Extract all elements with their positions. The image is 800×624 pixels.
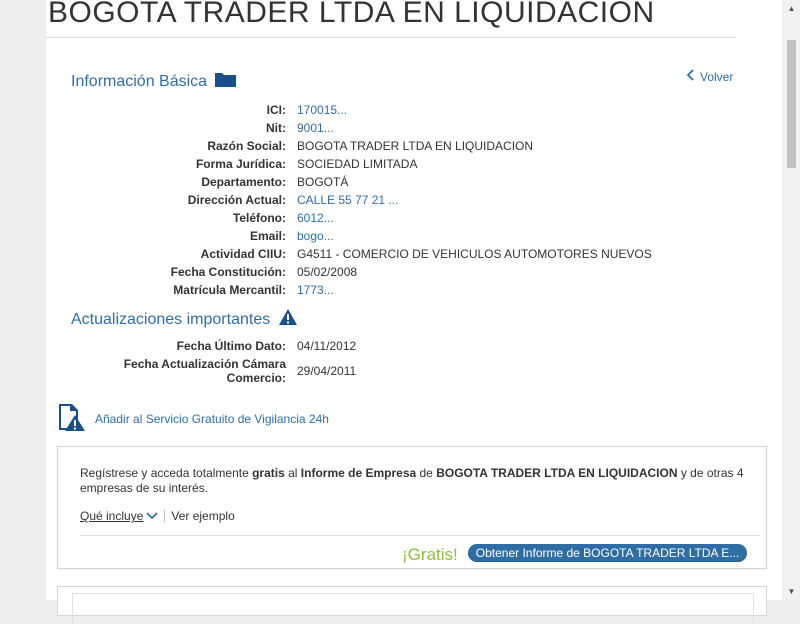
update-chamber-value: 29/04/2011 — [297, 364, 357, 378]
promo-card: Regístrese y acceda totalmente gratis al… — [57, 446, 767, 569]
info-label: Departamento: — [201, 175, 286, 189]
scroll-up-arrow[interactable]: ▲ — [783, 0, 800, 17]
vertical-scrollbar[interactable]: ▲ ▼ — [783, 0, 800, 600]
promo-text: Regístrese y acceda totalmente gratis al… — [80, 466, 760, 496]
update-chamber-label: Fecha Actualización Cámara Comercio: — [46, 357, 286, 385]
vigilance-label: Añadir al Servicio Gratuito de Vigilanci… — [95, 411, 329, 426]
info-label: Forma Jurídica: — [195, 157, 286, 171]
info-label: Dirección Actual: — [187, 193, 286, 207]
info-value-link[interactable]: 6012... — [297, 209, 334, 227]
warning-icon — [278, 308, 298, 331]
title-divider — [46, 37, 736, 38]
next-card — [57, 586, 767, 624]
updates-heading: Actualizaciones importantes — [71, 308, 298, 331]
basic-info-title: Información Básica — [71, 73, 208, 90]
info-value: 04/11/2012 — [297, 339, 357, 353]
info-label: Teléfono: — [232, 211, 286, 225]
info-label: ICI: — [266, 103, 286, 117]
info-value-link[interactable]: 9001... — [297, 119, 334, 137]
promo-text-part: al — [284, 466, 301, 480]
see-example-link[interactable]: Ver ejemplo — [171, 509, 234, 523]
back-label: Volver — [700, 69, 734, 84]
document-alert-icon — [56, 402, 86, 435]
add-vigilance-link[interactable]: Añadir al Servicio Gratuito de Vigilanci… — [56, 402, 329, 435]
get-report-button[interactable]: Obtener Informe de BOGOTA TRADER LTDA E.… — [468, 544, 747, 562]
info-value: 05/02/2008 — [297, 265, 358, 279]
info-value-link[interactable]: 170015... — [297, 101, 347, 119]
promo-text-part: Regístrese y acceda totalmente — [80, 466, 253, 480]
info-value: G4511 - COMERCIO DE VEHICULOS AUTOMOTORE… — [297, 247, 652, 261]
chevron-down-icon[interactable] — [146, 512, 158, 520]
back-link[interactable]: Volver — [686, 69, 733, 84]
link-separator — [164, 510, 166, 522]
info-label: Razón Social: — [207, 139, 286, 153]
chamber-label-line1: Fecha Actualización Cámara — [123, 357, 286, 371]
scroll-down-arrow[interactable]: ▼ — [783, 583, 800, 600]
company-title: BOGOTA TRADER LTDA EN LIQUIDACION — [48, 0, 655, 29]
info-label: Nit: — [266, 121, 286, 135]
promo-text-bold: gratis — [252, 466, 285, 480]
info-value: SOCIEDAD LIMITADA — [297, 157, 418, 171]
info-value: BOGOTA TRADER LTDA EN LIQUIDACION — [297, 139, 534, 153]
info-label: Actividad CIIU: — [200, 247, 286, 261]
page-content: BOGOTA TRADER LTDA EN LIQUIDACION Inform… — [46, 0, 782, 624]
what-includes-link[interactable]: Qué incluye — [80, 509, 143, 523]
info-value-link[interactable]: CALLE 55 77 21 ... — [297, 191, 398, 209]
info-label: Email: — [249, 229, 286, 243]
promo-text-bold: BOGOTA TRADER LTDA EN LIQUIDACION — [436, 466, 678, 480]
promo-links: Qué incluye Ver ejemplo — [80, 509, 235, 523]
info-value-link[interactable]: 1773... — [297, 281, 334, 299]
promo-text-part: de — [416, 466, 437, 480]
free-label: ¡Gratis! — [402, 545, 458, 564]
next-card-inner — [72, 593, 754, 624]
chamber-label-line2: Comercio: — [226, 371, 286, 385]
info-label: Matrícula Mercantil: — [173, 283, 286, 297]
promo-divider — [80, 535, 760, 536]
info-label: Fecha Último Dato: — [176, 339, 286, 353]
updates-title: Actualizaciones importantes — [71, 310, 271, 328]
basic-info-heading: Información Básica — [71, 72, 237, 92]
folder-icon — [215, 72, 237, 92]
info-value-link[interactable]: bogo... — [297, 227, 334, 245]
promo-text-bold: Informe de Empresa — [300, 466, 417, 480]
info-value: BOGOTÁ — [297, 175, 349, 189]
chevron-left-icon — [686, 69, 696, 84]
info-label: Fecha Constitución: — [170, 265, 286, 279]
scroll-thumb[interactable] — [787, 40, 796, 168]
